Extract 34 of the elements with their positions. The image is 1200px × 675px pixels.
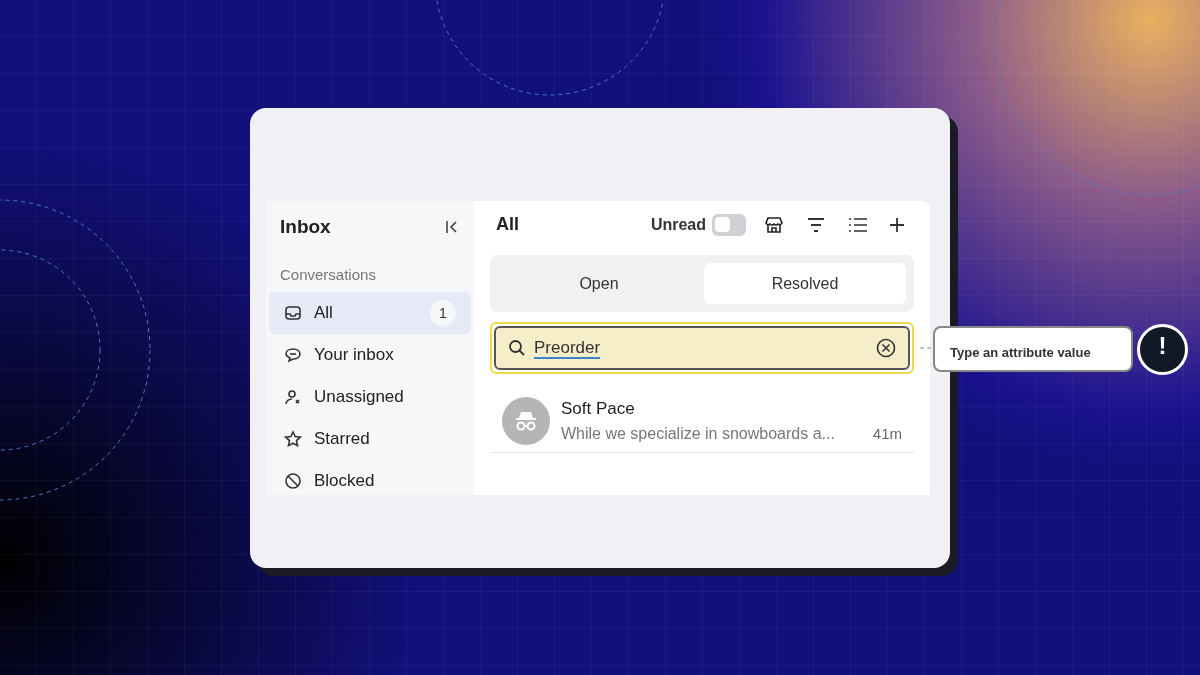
sidebar-item[interactable]: Your inbox (269, 334, 471, 376)
search-icon (508, 339, 526, 357)
unread-label: Unread (650, 214, 706, 235)
sidebar-item[interactable]: Blocked (269, 460, 471, 495)
collapse-icon[interactable] (444, 219, 460, 236)
section-label: Conversations (279, 264, 377, 285)
conversation-row[interactable]: Soft Pace While we specialize in snowboards a... 41m (490, 390, 914, 453)
add-icon[interactable] (890, 217, 904, 232)
list-title: All (495, 213, 520, 236)
contact-name: Soft Pace (561, 397, 636, 420)
chat-icon (284, 346, 302, 364)
sidebar-item[interactable]: Unassigned (269, 376, 471, 418)
clear-icon[interactable] (876, 338, 896, 358)
blocked-icon (284, 472, 302, 490)
star-icon (284, 430, 302, 448)
message-time: 41m (872, 424, 902, 444)
search-value: Preorder (534, 337, 601, 360)
unread-toggle[interactable] (712, 213, 746, 236)
filter-icon[interactable] (806, 215, 826, 234)
search-field[interactable]: Preorder (490, 322, 914, 374)
message-preview: While we specialize in snowboards a... (561, 424, 835, 445)
tab[interactable]: Resolved (704, 263, 906, 304)
user-icon (284, 388, 302, 406)
sidebar-title: Inbox (280, 215, 331, 239)
count-badge: 1 (430, 300, 456, 326)
list-icon[interactable] (848, 215, 868, 234)
tab[interactable]: Open (498, 263, 700, 304)
incognito-icon (513, 410, 539, 432)
sidebar-item[interactable]: All 1 (269, 292, 471, 334)
tooltip-text: Type an attribute value (950, 345, 1091, 360)
inbox-icon (284, 304, 302, 322)
store-icon[interactable] (764, 214, 784, 235)
sidebar-item[interactable]: Starred (269, 418, 471, 460)
leader-line (920, 347, 934, 349)
